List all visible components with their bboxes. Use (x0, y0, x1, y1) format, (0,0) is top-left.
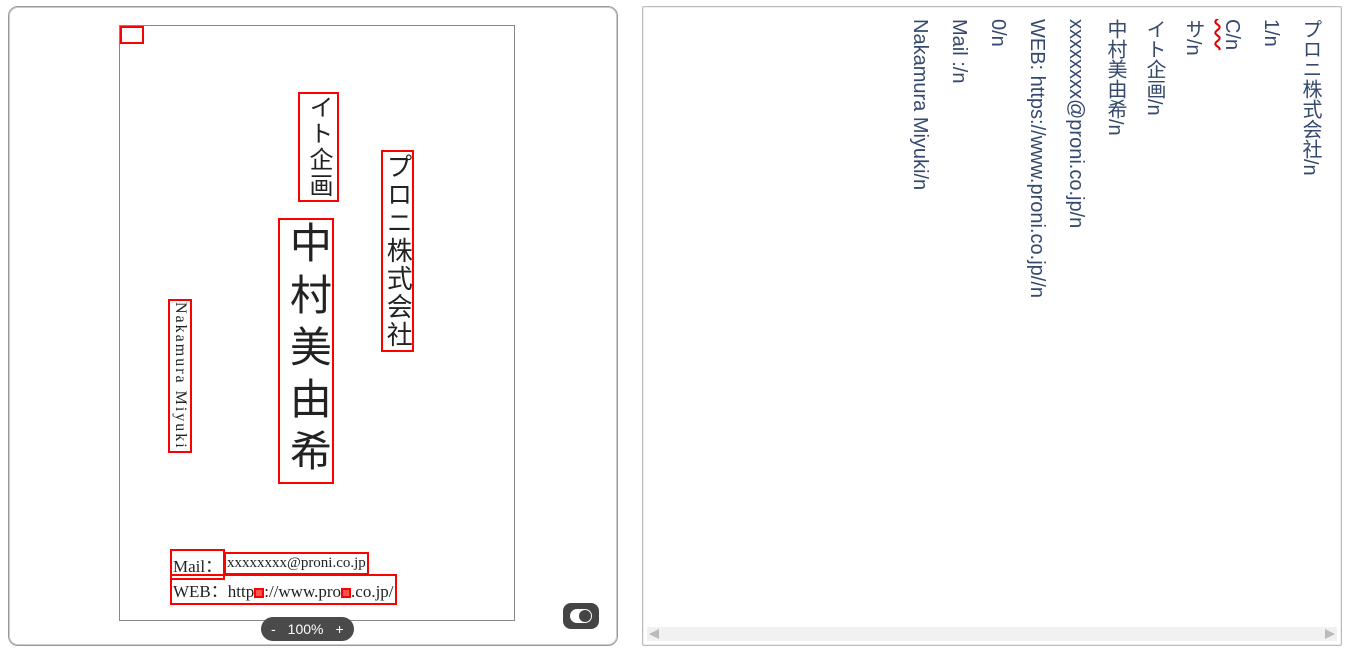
source-line: 中村美由希/n (1103, 19, 1126, 621)
romaji-textbox[interactable]: Nakamura Miyuki (168, 299, 192, 453)
source-line: プロニ株式会社/n (1298, 19, 1321, 621)
zoom-out-button[interactable]: - (271, 621, 276, 637)
zoom-control: - 100% + (261, 617, 354, 641)
source-text-column[interactable]: プロニ株式会社/n 1/n C/n サ/n イト企画/n 中村美由希/n xxxxxxxx@… (657, 19, 1321, 621)
source-line: Mail :/n (947, 19, 970, 621)
source-line: C/n (1220, 19, 1243, 621)
zoom-value: 100% (288, 621, 324, 637)
name-textbox[interactable]: 中村美由希 (278, 218, 334, 484)
company-textbox[interactable]: プロニ株式会社 (381, 150, 414, 352)
source-line: イト企画/n (1142, 19, 1165, 621)
preview-pane: プロニ株式会社 イト企画 中村美由希 Nakamura Miyuki Mail：… (8, 6, 618, 646)
web-text-a: WEB：http (173, 582, 254, 601)
source-pane: プロニ株式会社/n 1/n C/n サ/n イト企画/n 中村美由希/n xxxxxxxx@… (642, 6, 1342, 646)
selection-handle-right[interactable] (341, 588, 351, 598)
source-line: WEB: https://www.proni.co.jp//n (1025, 19, 1048, 621)
department-stub-box[interactable] (120, 26, 144, 44)
source-line: Nakamura Miyuki/n (908, 19, 931, 621)
horizontal-scrollbar[interactable] (647, 627, 1337, 641)
web-box[interactable]: WEB：http ://www.pro .co.jp/ (170, 574, 397, 605)
source-line: xxxxxxxx@proni.co.jp/n (1064, 19, 1087, 621)
source-line: サ/n (1181, 19, 1204, 621)
toggle-knob (570, 609, 592, 623)
business-card-page: プロニ株式会社 イト企画 中村美由希 Nakamura Miyuki Mail：… (119, 25, 515, 621)
web-text-b: ://www.pro (264, 582, 341, 601)
selection-handle-left[interactable] (254, 588, 264, 598)
web-text-c: .co.jp/ (351, 582, 394, 601)
mail-value-box[interactable]: xxxxxxxx@proni.co.jp (224, 552, 369, 575)
department-textbox[interactable]: イト企画 (298, 92, 339, 202)
view-toggle[interactable] (563, 603, 599, 629)
source-line: 0/n (986, 19, 1009, 621)
source-line: 1/n (1259, 19, 1282, 621)
zoom-in-button[interactable]: + (335, 621, 343, 637)
